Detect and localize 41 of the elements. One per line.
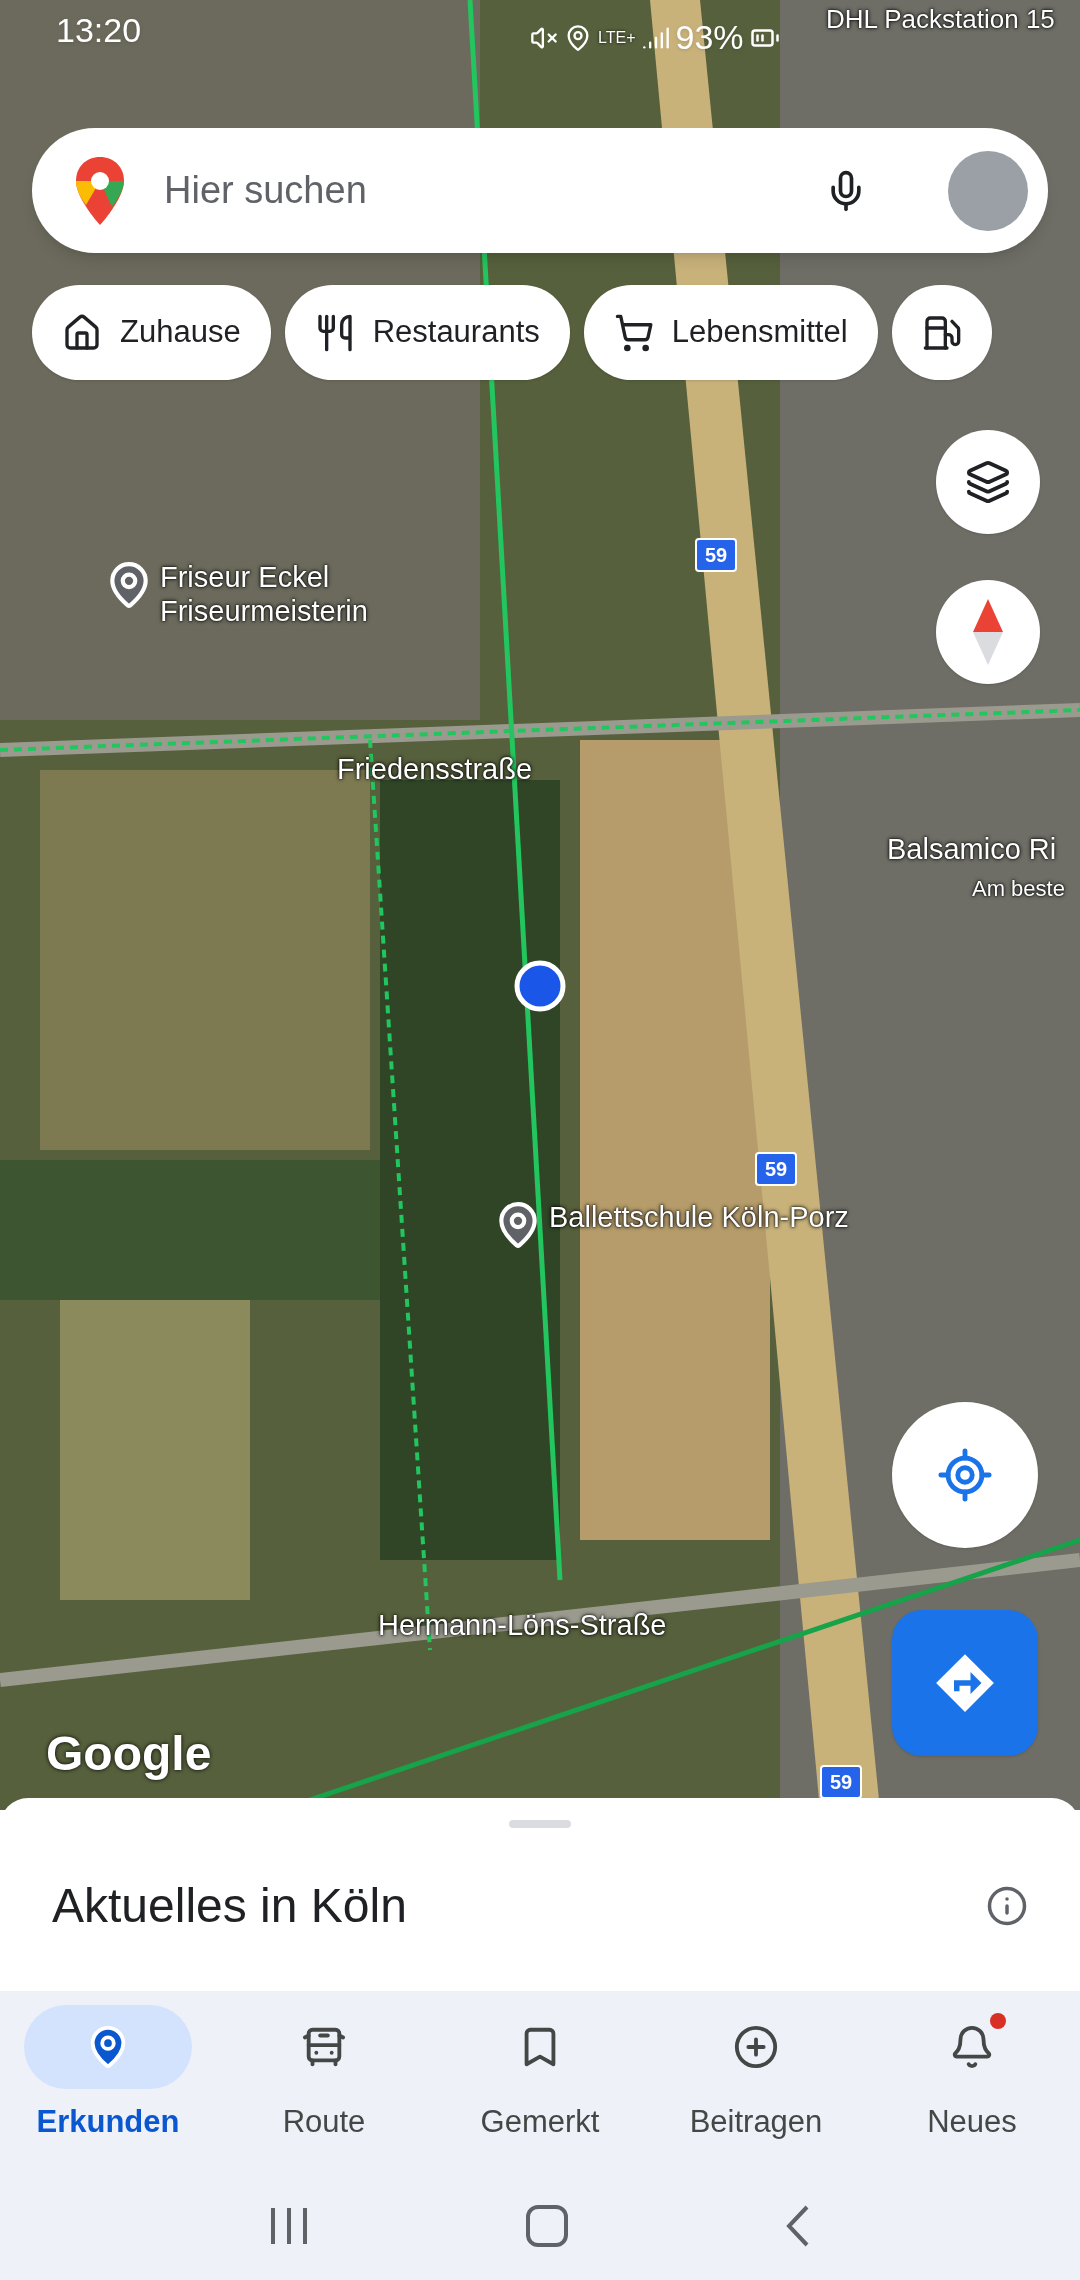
- recent-apps-icon[interactable]: [268, 2207, 309, 2244]
- layers-icon: [965, 459, 1011, 505]
- location-dot-icon: [514, 960, 566, 1012]
- nav-tab[interactable]: Erkunden: [0, 2005, 216, 2146]
- network-type: LTE+: [598, 27, 636, 48]
- nav-label: Beitragen: [689, 2103, 823, 2141]
- cart-icon: [613, 312, 654, 353]
- nav-label: Gemerkt: [480, 2103, 600, 2141]
- map-label[interactable]: DHL Packstation 15: [826, 2, 1055, 36]
- map-label[interactable]: Friseur Eckel Friseurmeisterin: [160, 560, 368, 628]
- road-shield: 59: [695, 538, 738, 572]
- home-icon: [62, 312, 102, 353]
- nav-tab[interactable]: Route: [216, 2005, 432, 2146]
- road-shield: 59: [820, 1765, 863, 1799]
- home-icon[interactable]: [526, 2204, 568, 2247]
- plus-circle-icon: [733, 2024, 779, 2070]
- map-label[interactable]: Balsamico Ri: [887, 832, 1057, 866]
- my-location-icon: [936, 1446, 994, 1504]
- status-time: 13:20: [56, 9, 142, 51]
- nav-label: Erkunden: [36, 2103, 180, 2141]
- compass-icon: [973, 599, 1003, 665]
- search-bar[interactable]: Hier suchen: [32, 128, 1048, 253]
- map-label[interactable]: Am beste: [972, 872, 1065, 906]
- info-icon[interactable]: [986, 1885, 1028, 1927]
- nav-tab[interactable]: Beitragen: [648, 2005, 864, 2146]
- search-placeholder[interactable]: Hier suchen: [164, 162, 784, 219]
- nav-label: Neues: [927, 2103, 1017, 2141]
- category-chip[interactable]: Lebensmittel: [583, 285, 878, 380]
- map-label[interactable]: Hermann-Löns-Straße: [378, 1608, 667, 1642]
- nav-label: Route: [282, 2103, 366, 2141]
- nav-tab[interactable]: Gemerkt: [432, 2005, 648, 2146]
- google-logo: Google: [46, 1726, 212, 1782]
- maps-pin-logo-icon: [76, 156, 124, 225]
- directions-button[interactable]: [892, 1610, 1038, 1756]
- category-chip[interactable]: Zuhause: [32, 285, 271, 380]
- map-label[interactable]: Friedensstraße: [337, 752, 532, 786]
- nav-tab[interactable]: Neues: [864, 2005, 1080, 2146]
- category-chip[interactable]: Restaurants: [284, 285, 570, 380]
- road-shield: 59: [755, 1152, 798, 1186]
- sheet-handle[interactable]: [509, 1820, 571, 1828]
- sheet-title: Aktuelles in Köln: [52, 1878, 407, 1934]
